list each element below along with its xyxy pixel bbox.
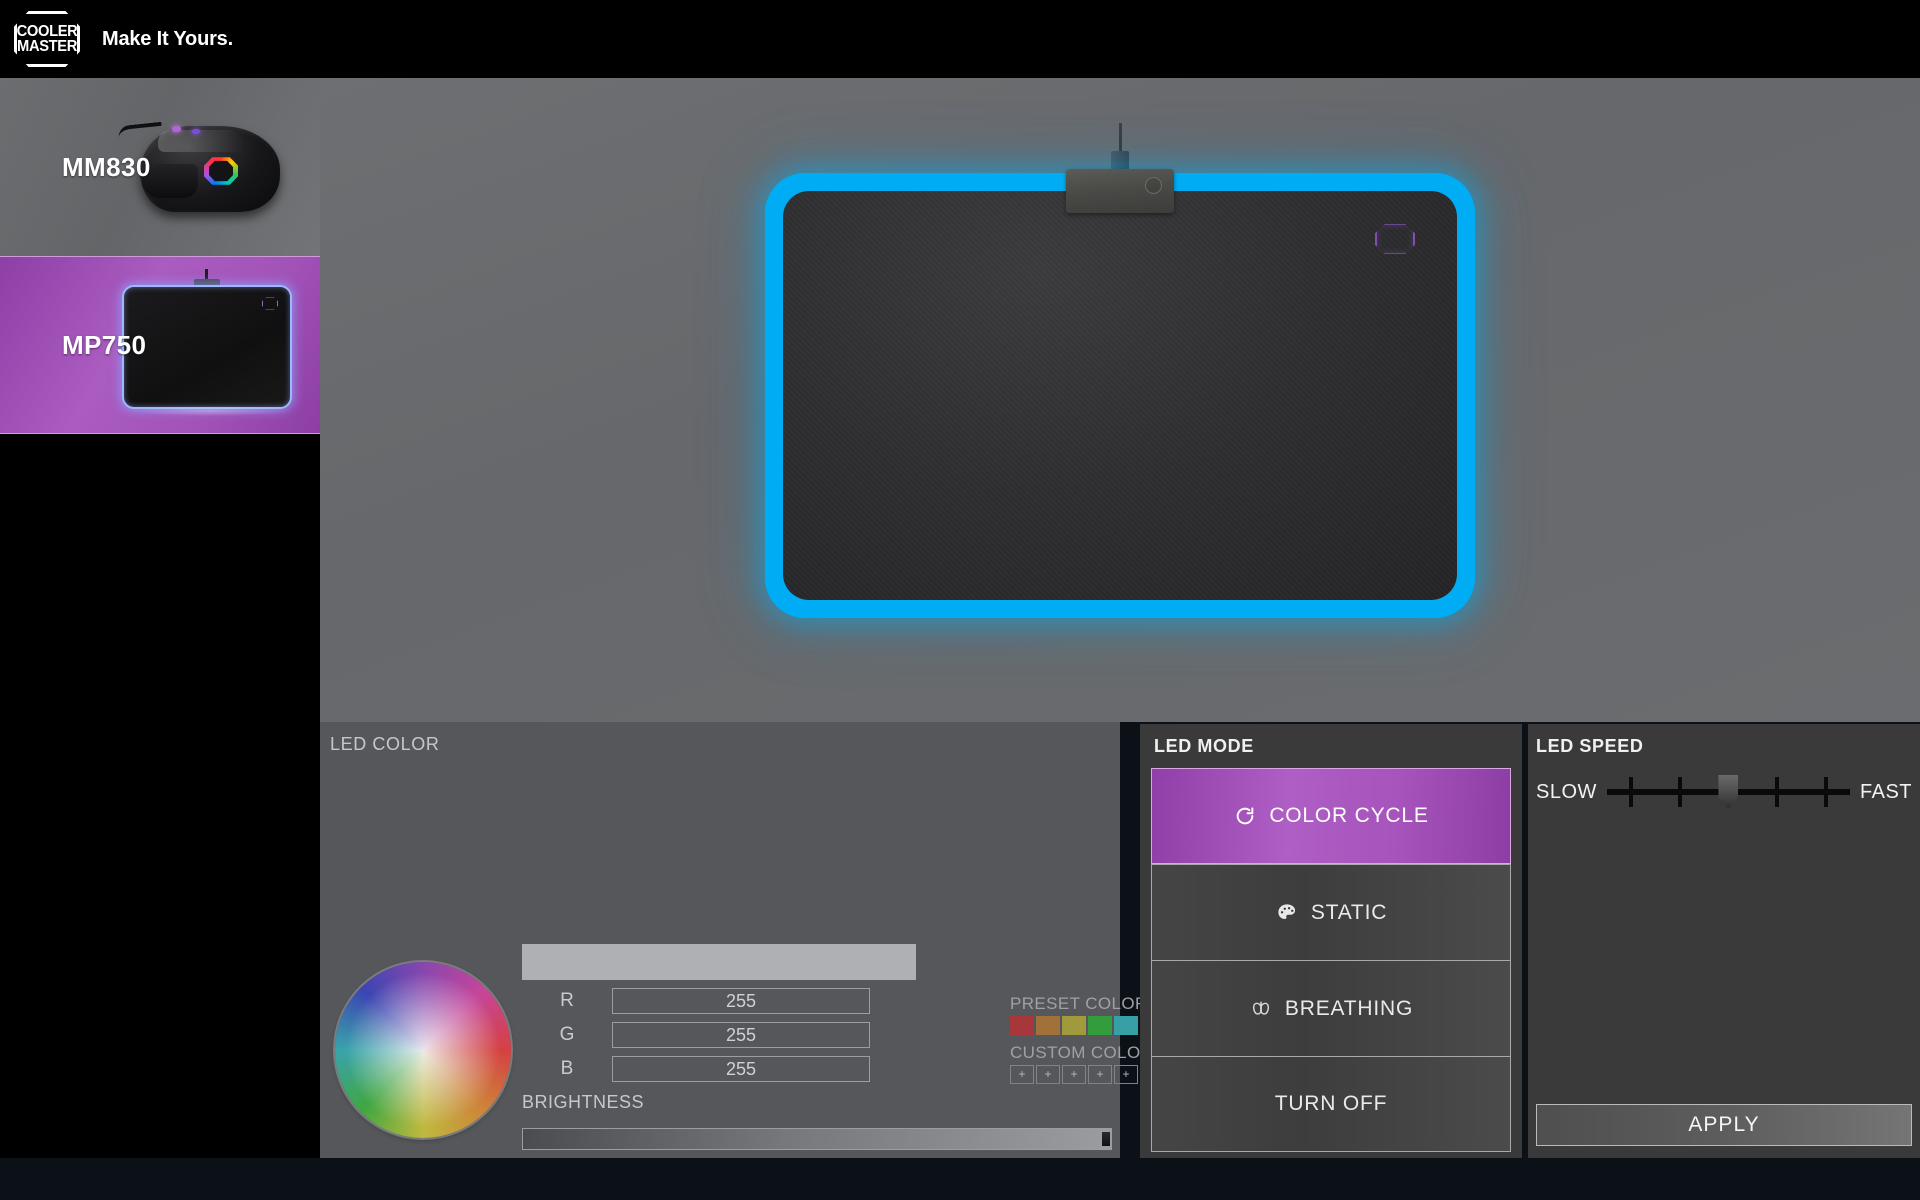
rgb-row-r: R [522,984,1000,1018]
rgb-input-b[interactable] [612,1056,870,1082]
pad-cooler-master-logo-icon [1375,224,1415,254]
lungs-icon [1249,997,1273,1021]
speed-tick-5 [1823,777,1828,807]
preset-color-swatch-3[interactable] [1062,1016,1086,1035]
mode-button-color-cycle[interactable]: COLOR CYCLE [1151,768,1511,864]
mode-button-breathing[interactable]: BREATHING [1151,960,1511,1056]
mode-label-color-cycle: COLOR CYCLE [1269,804,1429,827]
rgb-label-g: G [559,1024,575,1045]
led-speed-panel: LED SPEED SLOW FAST APPLY [1528,724,1920,1158]
app-window: COOLER MASTER Make It Yours. MM830 MP750 [0,0,1920,1200]
device-label-mp750: MP750 [62,329,147,360]
brightness-slider[interactable] [522,1128,1112,1150]
cooler-master-logo-icon: COOLER MASTER [14,11,80,67]
rgb-label-b: B [560,1058,574,1079]
led-mode-panel: LED MODE COLOR CYCLE STATIC BREATHING TU… [1140,724,1522,1158]
pad-thumb-logo-icon [262,297,278,310]
preset-color-swatch-5[interactable] [1114,1016,1138,1035]
preset-color-swatch-1[interactable] [1010,1016,1034,1035]
refresh-cycle-icon [1233,804,1257,828]
device-sidebar: MM830 MP750 [0,78,320,1158]
mode-label-breathing: BREATHING [1284,996,1414,1020]
logo-line-1: COOLER [16,23,78,40]
logo-wordmark: COOLER MASTER [16,23,78,55]
speed-tick-2 [1677,777,1682,807]
led-color-title: LED COLOR [330,734,440,754]
mode-button-static[interactable]: STATIC [1151,864,1511,960]
mousepad-preview[interactable] [765,123,1475,618]
mode-label-static: STATIC [1310,900,1388,924]
custom-color-slot-2[interactable]: + [1036,1065,1060,1084]
speed-tick-4 [1775,777,1780,807]
mode-label-turn-off: TURN OFF [1274,1092,1388,1115]
speed-slider-handle[interactable] [1718,775,1739,809]
logo-line-2: MASTER [17,38,77,55]
tagline: Make It Yours. [102,27,233,50]
rgb-row-b: B [522,1052,1000,1086]
brightness-label: BRIGHTNESS [522,1092,645,1112]
rgb-label-r: R [560,990,574,1011]
rgb-inputs-group: R G B [522,984,1000,1086]
custom-color-slot-4[interactable]: + [1088,1065,1112,1084]
rgb-row-g: G [522,1018,1000,1052]
preset-color-swatch-4[interactable] [1088,1016,1112,1035]
speed-label-slow: SLOW [1536,780,1597,803]
apply-button[interactable]: APPLY [1536,1104,1912,1146]
pad-thumb-shadow [130,406,290,416]
led-speed-title: LED SPEED [1536,736,1644,756]
custom-color-slot-3[interactable]: + [1062,1065,1086,1084]
pad-control-module[interactable] [1066,169,1174,213]
mode-button-turn-off[interactable]: TURN OFF [1151,1056,1511,1152]
sidebar-item-mp750[interactable]: MP750 [0,256,320,434]
led-mode-list: COLOR CYCLE STATIC BREATHING TURN OFF [1151,768,1511,1152]
pad-led-border [765,173,1475,618]
device-label-mm830: MM830 [62,151,151,182]
mouse-highlight [158,130,244,152]
sidebar-item-mm830[interactable]: MM830 [0,78,320,256]
led-color-panel: LED COLOR R G B BRIGHTNESS PRESET COLORS [320,722,1190,1158]
led-mode-title: LED MODE [1154,736,1254,756]
custom-color-slot-5[interactable]: + [1114,1065,1138,1084]
device-preview-stage [320,78,1920,722]
preset-color-swatch-2[interactable] [1036,1016,1060,1035]
mouse-cable [117,121,163,139]
rgb-input-g[interactable] [612,1022,870,1048]
pad-led-toggle-button-icon[interactable] [1145,177,1162,194]
led-speed-slider-row: SLOW FAST [1528,772,1920,812]
brightness-slider-handle[interactable] [1101,1131,1111,1147]
title-bar: COOLER MASTER Make It Yours. [0,0,1920,78]
pad-surface [783,191,1457,600]
color-wheel-picker[interactable] [335,962,511,1138]
selected-color-preview [522,944,916,980]
speed-slider-track[interactable] [1606,775,1850,809]
custom-color-slot-1[interactable]: + [1010,1065,1034,1084]
speed-label-fast: FAST [1859,780,1912,803]
mouse-dpi-led [192,129,200,134]
speed-tick-1 [1629,777,1634,807]
palette-icon [1275,901,1299,925]
rgb-input-r[interactable] [612,988,870,1014]
mouse-scroll-led [172,126,181,132]
